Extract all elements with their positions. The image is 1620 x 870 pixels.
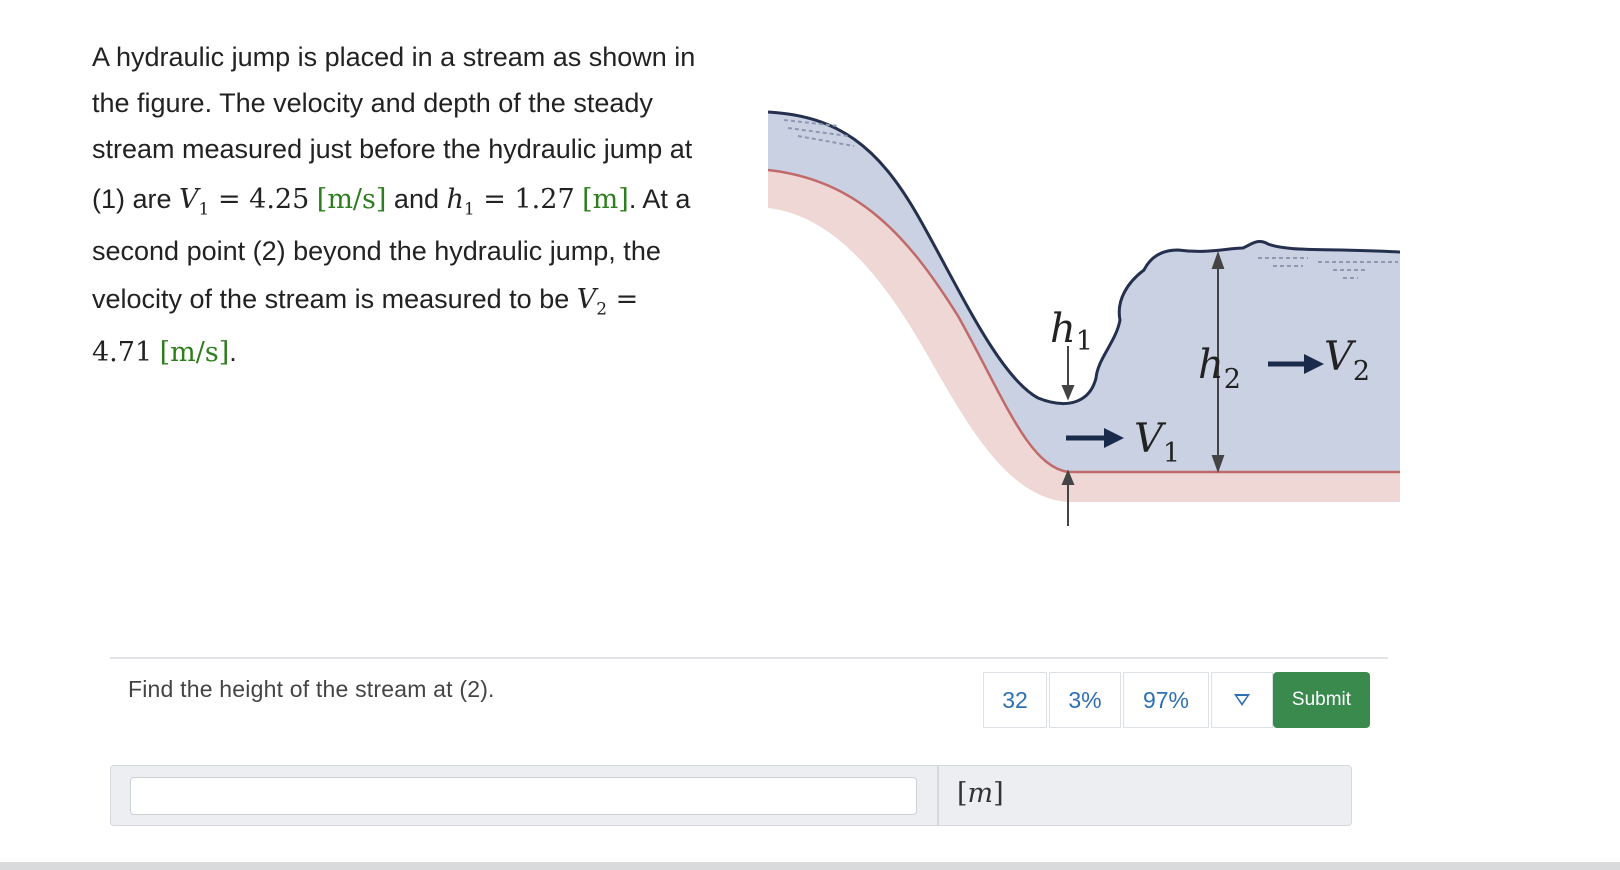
problem-line-6: velocity of the stream is measured to be…	[92, 274, 732, 324]
section-divider	[110, 657, 1388, 659]
var-v1: V1	[179, 184, 210, 220]
text-at-a: . At a	[628, 184, 691, 214]
page: A hydraulic jump is placed in a stream a…	[0, 0, 1620, 870]
v1-value: 4.25	[249, 184, 310, 215]
answer-row: [m]	[110, 765, 1352, 826]
question-text: Find the height of the stream at (2).	[128, 676, 495, 702]
problem-line-4: (1) are V1 = 4.25 [m/s] and h1 = 1.27 [m…	[92, 172, 732, 226]
hydraulic-jump-figure: h1 V1 h2 V2	[768, 106, 1400, 530]
label-h1: h1	[1050, 306, 1093, 357]
problem-line-1: A hydraulic jump is placed in a stream a…	[92, 42, 696, 72]
text-are: (1) are	[92, 184, 180, 214]
var-v2: V2	[576, 284, 608, 320]
attempts-count[interactable]: 32	[983, 672, 1047, 728]
text-velocity: velocity of the stream is measured to be	[92, 284, 577, 314]
v2-value: 4.71	[92, 337, 153, 368]
water-body	[768, 112, 1400, 472]
answer-separator	[937, 766, 939, 825]
period: .	[229, 337, 237, 367]
triangle-down-icon	[1234, 694, 1250, 706]
h1-value: 1.27	[514, 184, 575, 215]
stats-dropdown-button[interactable]	[1211, 672, 1273, 728]
attempt-stats: 32 3% 97%	[983, 672, 1275, 728]
var-h1: h1	[446, 184, 475, 220]
problem-line-3: stream measured just before the hydrauli…	[92, 134, 693, 164]
problem-line-2: the figure. The velocity and depth of th…	[92, 88, 653, 118]
equals-sign: =	[607, 284, 639, 315]
figure-svg: h1 V1 h2 V2	[768, 110, 1400, 526]
text-and: and	[386, 184, 447, 214]
problem-statement: A hydraulic jump is placed in a stream a…	[92, 34, 732, 380]
answer-input[interactable]	[130, 777, 917, 815]
h1-unit: [m]	[582, 184, 629, 215]
problem-line-5: second point (2) beyond the hydraulic ju…	[92, 236, 661, 266]
v1-unit: [m/s]	[316, 184, 387, 215]
equals-sign: =	[474, 184, 515, 215]
bottom-scroll-bar[interactable]	[0, 862, 1620, 870]
right-percent[interactable]: 97%	[1123, 672, 1209, 728]
v2-unit: [m/s]	[159, 337, 230, 368]
answer-unit-symbol: m	[967, 778, 994, 809]
problem-line-7: 4.71 [m/s].	[92, 324, 732, 380]
answer-unit: [m]	[957, 778, 1004, 809]
wrong-percent[interactable]: 3%	[1049, 672, 1121, 728]
submit-button[interactable]: Submit	[1273, 672, 1370, 728]
equals-sign: =	[209, 184, 250, 215]
